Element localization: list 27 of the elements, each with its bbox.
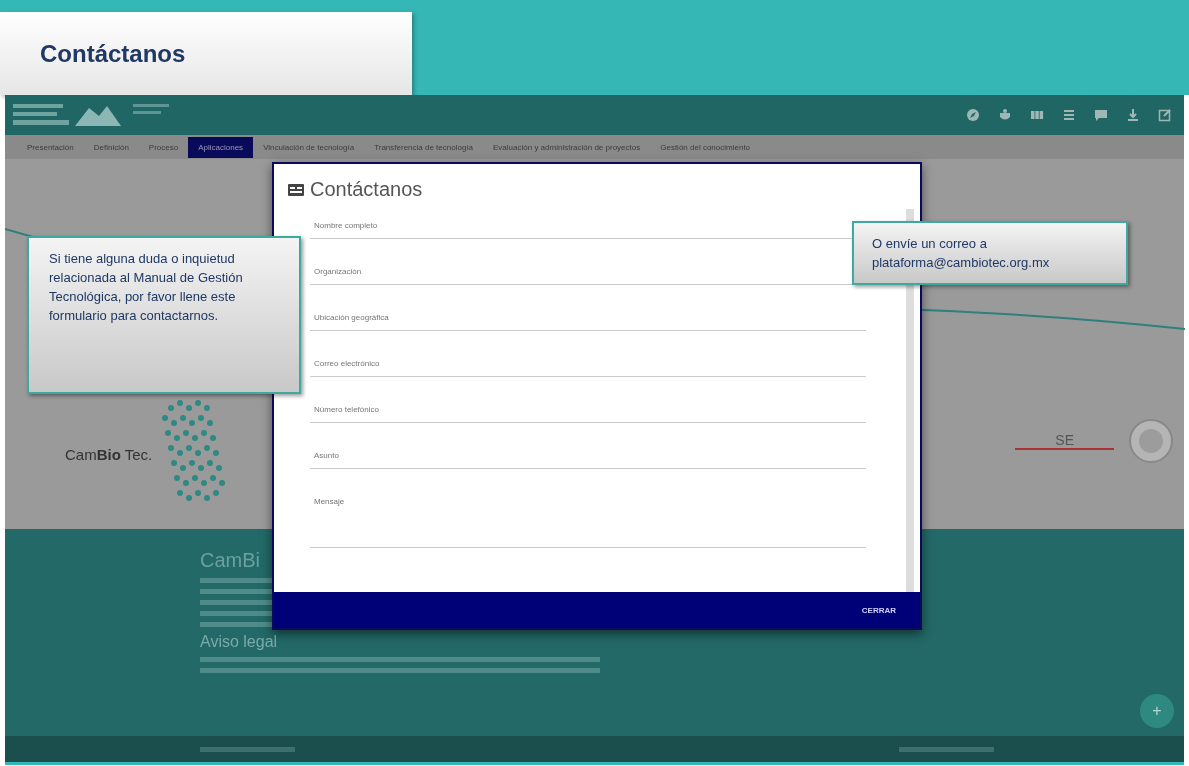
- grid-icon[interactable]: [1030, 108, 1044, 122]
- nav-tab[interactable]: Definición: [83, 136, 139, 158]
- close-button[interactable]: CERRAR: [855, 604, 902, 616]
- callout-tooltip: O envíe un correo a plataforma@cambiotec.org.mx: [852, 221, 1128, 285]
- edit-icon[interactable]: [1158, 108, 1172, 122]
- chat-icon[interactable]: [1094, 108, 1108, 122]
- id-card-icon: [288, 183, 304, 196]
- download-icon[interactable]: [1126, 108, 1140, 122]
- nav-tab[interactable]: Presentación: [17, 136, 84, 158]
- nav-tab[interactable]: Evaluación y administración de proyectos: [483, 136, 651, 158]
- nav-tab[interactable]: Gestión del conocimiento: [650, 136, 761, 158]
- callout-tooltip: Si tiene alguna duda o inquietud relacionada al Manual de Gestión Tecnológica, por favor llene este formulario para contactarnos.: [27, 236, 301, 394]
- nav-tab[interactable]: Proceso: [138, 136, 189, 158]
- dialog-title: Contáctanos: [310, 178, 423, 201]
- government-logo-text: SE: [1015, 432, 1114, 450]
- slide-title: Contáctanos: [0, 12, 412, 95]
- partner-logo-text: CamBio Tec.: [65, 445, 153, 463]
- nav-tab[interactable]: Aplicaciones: [188, 136, 254, 158]
- nav-tab[interactable]: Vinculación de tecnología: [253, 136, 365, 158]
- list-icon[interactable]: [1062, 108, 1076, 122]
- cup-icon[interactable]: [998, 108, 1012, 122]
- seal-icon: [1128, 418, 1174, 464]
- add-button[interactable]: +: [1140, 694, 1174, 728]
- footer-heading: Aviso legal: [200, 633, 279, 651]
- compass-icon[interactable]: [966, 108, 980, 122]
- footer-heading: CamBi: [200, 549, 261, 572]
- nav-tab[interactable]: Transferencia de tecnología: [364, 136, 484, 158]
